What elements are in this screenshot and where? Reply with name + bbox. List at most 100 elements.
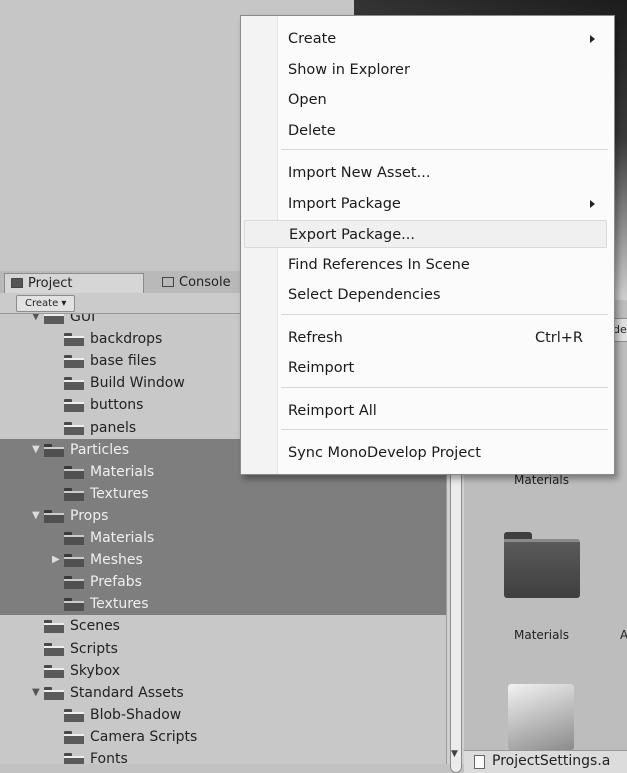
menu-item-label: Delete — [288, 122, 336, 139]
folder-icon — [44, 314, 64, 325]
chevron-right-icon — [590, 35, 595, 43]
folder-icon — [64, 355, 84, 369]
folder-icon — [64, 708, 84, 723]
tab-project-label: Project — [28, 276, 73, 291]
menu-item-show-in-explorer[interactable]: Show in Explorer — [244, 56, 607, 84]
scroll-down-arrow-icon[interactable]: ▼ — [451, 749, 458, 759]
menu-item-delete[interactable]: Delete — [244, 117, 607, 145]
folder-icon — [64, 377, 84, 391]
folder-icon — [64, 554, 84, 568]
menu-item-import-package[interactable]: Import Package — [244, 190, 607, 218]
tree-row-label: Blob-Shadow — [90, 706, 182, 723]
tree-row-label: Build Window — [90, 375, 185, 392]
menu-item-create[interactable]: Create — [244, 25, 607, 53]
tree-row-label: Scripts — [70, 640, 118, 657]
tree-row[interactable]: Scenes — [0, 615, 446, 637]
tree-row[interactable]: ▼ Standard Assets — [0, 682, 446, 704]
file-label: ProjectSettings.a — [492, 753, 611, 769]
tree-row-label: Fonts — [90, 751, 128, 764]
folder-icon — [44, 443, 64, 458]
tree-row-label: GUI — [70, 314, 96, 325]
tree-row[interactable]: Camera Scripts — [0, 726, 446, 748]
tree-row-label: Textures — [90, 485, 149, 502]
tree-row-label: Textures — [90, 596, 149, 613]
asset-label-cut: A — [620, 628, 627, 642]
triangle-down-icon[interactable]: ▼ — [32, 439, 40, 461]
cube-asset-icon[interactable] — [508, 684, 574, 750]
tree-row-label: panels — [90, 419, 137, 436]
menu-item-export-package[interactable]: Export Package... — [244, 220, 607, 248]
tree-row-label: Scenes — [70, 618, 120, 635]
menu-item-sync-monodevelop-project[interactable]: Sync MonoDevelop Project — [244, 439, 607, 467]
create-dropdown-button[interactable]: Create ▾ — [16, 295, 76, 312]
menu-item-select-dependencies[interactable]: Select Dependencies — [244, 281, 607, 309]
tree-row-label: Meshes — [90, 552, 143, 569]
menu-item-refresh[interactable]: Refresh Ctrl+R — [244, 324, 607, 352]
tree-row[interactable]: Blob-Shadow — [0, 704, 446, 726]
menu-separator — [281, 149, 608, 150]
file-row[interactable]: ProjectSettings.a — [464, 750, 627, 773]
folder-icon — [64, 532, 84, 546]
menu-item-label: Export Package... — [289, 227, 416, 243]
folder-icon — [64, 730, 84, 745]
menu-item-label: Create — [288, 31, 337, 47]
console-icon — [162, 277, 174, 287]
menu-item-reimport[interactable]: Reimport — [244, 354, 607, 382]
tree-row-label: Skybox — [70, 662, 121, 679]
menu-item-label: Sync MonoDevelop Project — [288, 445, 481, 461]
asset-label: Materials — [514, 473, 570, 487]
folder-icon — [64, 598, 84, 612]
menu-item-reimport-all[interactable]: Reimport All — [244, 397, 607, 425]
tree-row-label: Materials — [90, 463, 155, 480]
triangle-right-icon[interactable]: ▶ — [52, 549, 60, 571]
menu-separator — [281, 313, 608, 315]
file-icon — [474, 755, 485, 769]
tree-row-label: base files — [90, 353, 157, 370]
folder-icon — [44, 642, 64, 657]
menu-separator — [281, 386, 608, 388]
folder-icon[interactable] — [504, 532, 580, 598]
tree-row[interactable]: Textures — [0, 482, 446, 505]
folder-icon — [44, 686, 64, 701]
folder-icon — [44, 620, 64, 634]
asset-label: Materials — [514, 628, 570, 642]
menu-item-label: Import Package — [288, 195, 401, 212]
folder-icon — [64, 465, 84, 480]
menu-separator — [281, 429, 608, 430]
folder-icon — [44, 664, 64, 679]
menu-item-label: Reimport All — [288, 402, 377, 419]
tab-console-label: Console — [179, 275, 231, 290]
tree-row[interactable]: ▼ Props — [0, 504, 446, 527]
chevron-right-icon — [590, 199, 595, 208]
folder-icon — [11, 278, 23, 288]
tree-row-label: Particles — [70, 441, 130, 458]
context-menu: Create Show in Explorer Open Delete Import N… — [240, 15, 615, 475]
tab-project[interactable]: Project — [4, 273, 144, 293]
triangle-down-icon[interactable]: ▼ — [32, 505, 40, 527]
menu-item-label: Refresh — [288, 329, 343, 346]
triangle-down-icon[interactable]: ▼ — [32, 314, 40, 328]
menu-item-find-references-in-scene[interactable]: Find References In Scene — [244, 251, 607, 279]
menu-item-label: Find References In Scene — [288, 256, 470, 273]
folder-icon — [64, 487, 84, 502]
tree-row[interactable]: Prefabs — [0, 571, 446, 594]
tree-row[interactable]: Scripts — [0, 638, 446, 660]
tree-row[interactable]: Fonts — [0, 748, 446, 764]
menu-item-open[interactable]: Open — [244, 86, 607, 114]
scroll-thumb[interactable] — [450, 463, 462, 773]
menu-item-import-new-asset[interactable]: Import New Asset... — [244, 159, 607, 187]
tree-row[interactable]: Textures — [0, 593, 446, 616]
tree-row-label: Camera Scripts — [90, 728, 198, 745]
folder-icon — [64, 399, 84, 413]
tree-row-label: Props — [70, 507, 109, 524]
tree-row-label: buttons — [90, 397, 144, 414]
tree-row-label: Materials — [90, 530, 155, 546]
tree-row-label: Standard Assets — [70, 684, 184, 701]
menu-item-label: Reimport — [288, 360, 355, 376]
triangle-down-icon[interactable]: ▼ — [32, 682, 40, 704]
folder-icon — [64, 576, 84, 590]
folder-icon — [44, 509, 64, 524]
tree-row[interactable]: Skybox — [0, 660, 446, 682]
tree-row[interactable]: ▶ Meshes — [0, 549, 446, 572]
tree-row[interactable]: Materials — [0, 527, 446, 549]
